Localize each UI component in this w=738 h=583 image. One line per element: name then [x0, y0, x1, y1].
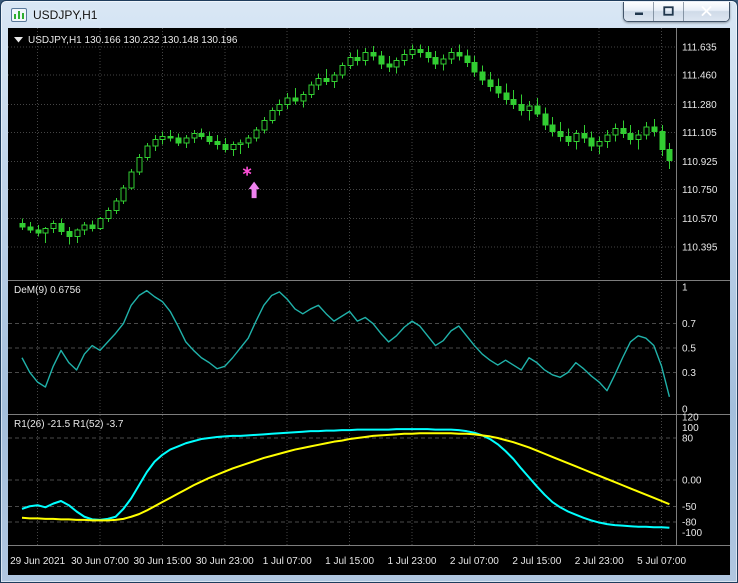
svg-text:120: 120: [682, 412, 699, 423]
svg-text:110.750: 110.750: [682, 185, 718, 196]
svg-text:0.00: 0.00: [682, 476, 702, 487]
window-titlebar[interactable]: USDJPY,H1: [8, 1, 730, 28]
svg-text:111.105: 111.105: [682, 128, 717, 139]
svg-text:110.570: 110.570: [682, 214, 718, 225]
time-axis-labels: 29 Jun 2021 30 Jun 07:00 30 Jun 15:00 30 Ju…: [10, 556, 686, 567]
svg-text:30 Jun 23:00: 30 Jun 23:00: [196, 556, 254, 567]
svg-text:29 Jun 2021: 29 Jun 2021: [10, 556, 65, 567]
demarker-label: DeM(9) 0.6756: [14, 285, 81, 296]
chart-window-icon: [11, 7, 27, 23]
svg-text:5 Jul 07:00: 5 Jul 07:00: [637, 556, 686, 567]
ohlc-info: USDJPY,H1 130.166 130.232 130.148 130.19…: [28, 35, 238, 46]
chart-background: [8, 28, 730, 575]
svg-text:111.280: 111.280: [682, 100, 717, 111]
svg-text:100: 100: [682, 423, 699, 434]
svg-text:-50: -50: [682, 502, 697, 513]
svg-text:2 Jul 15:00: 2 Jul 15:00: [512, 556, 561, 567]
close-icon: [701, 6, 712, 16]
window-title: USDJPY,H1: [33, 7, 98, 22]
close-button[interactable]: [683, 1, 729, 21]
oscillator-label: R1(26) -21.5 R1(52) -3.7: [14, 419, 124, 430]
svg-text:0.7: 0.7: [682, 319, 696, 330]
svg-text:0.5: 0.5: [682, 343, 696, 354]
minimize-icon: [634, 12, 643, 15]
svg-text:1 Jul 07:00: 1 Jul 07:00: [263, 556, 312, 567]
svg-text:110.395: 110.395: [682, 242, 718, 253]
chart-area: 111.635 111.460 111.280 111.105 110.925 110.7…: [8, 28, 730, 580]
mt4-chart-window: USDJPY,H1 111.635 111.460 111.280 111.105 11…: [0, 0, 738, 583]
svg-text:30 Jun 07:00: 30 Jun 07:00: [71, 556, 129, 567]
window-controls: [623, 1, 730, 22]
svg-text:1: 1: [682, 282, 688, 293]
svg-text:2 Jul 07:00: 2 Jul 07:00: [450, 556, 499, 567]
svg-text:1 Jul 23:00: 1 Jul 23:00: [388, 556, 437, 567]
svg-text:80: 80: [682, 433, 694, 444]
minimize-button[interactable]: [624, 1, 653, 21]
svg-text:-80: -80: [682, 518, 697, 529]
svg-text:-100: -100: [682, 528, 702, 539]
maximize-icon: [663, 6, 674, 16]
svg-text:1 Jul 15:00: 1 Jul 15:00: [325, 556, 374, 567]
svg-text:0.3: 0.3: [682, 368, 696, 379]
svg-text:111.635: 111.635: [682, 43, 717, 54]
svg-text:30 Jun 15:00: 30 Jun 15:00: [133, 556, 191, 567]
svg-text:2 Jul 23:00: 2 Jul 23:00: [575, 556, 624, 567]
chart-canvas[interactable]: 111.635 111.460 111.280 111.105 110.925 110.7…: [8, 28, 730, 575]
svg-text:110.925: 110.925: [682, 157, 718, 168]
maximize-button[interactable]: [653, 1, 683, 21]
svg-text:111.460: 111.460: [682, 71, 717, 82]
